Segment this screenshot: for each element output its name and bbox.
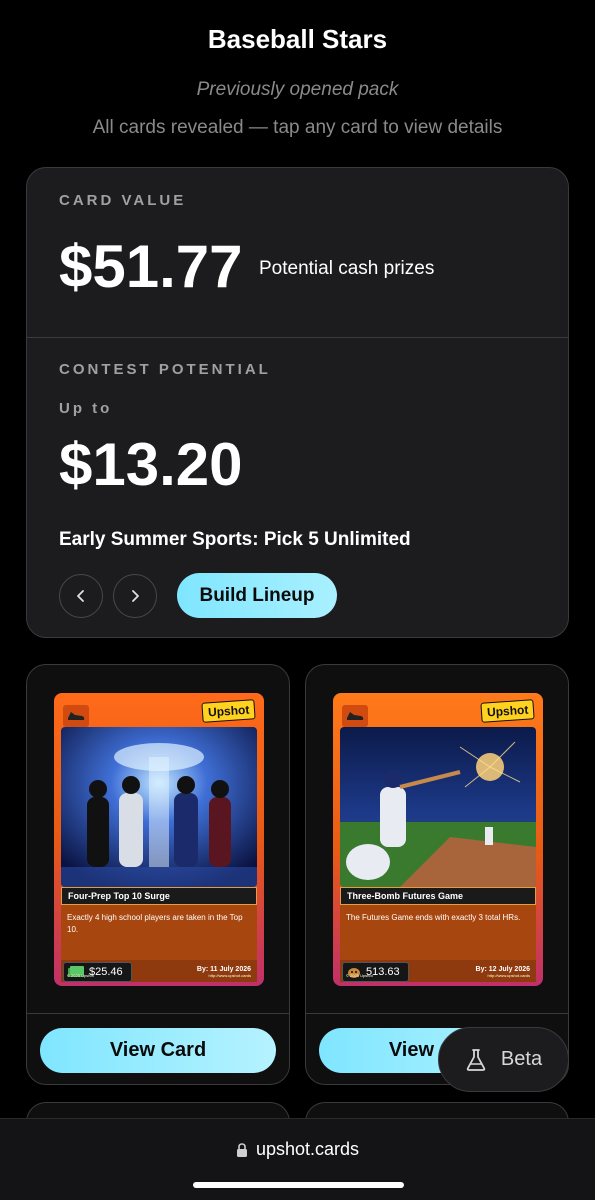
card-fineprint: © 2025 Upshot http://www.upshot.cards xyxy=(67,973,251,978)
trading-card[interactable]: Upshot xyxy=(54,693,264,986)
card-date: By: 12 July 2026 xyxy=(475,966,530,973)
build-lineup-button[interactable]: Build Lineup xyxy=(177,573,337,618)
reveal-hint: All cards revealed — tap any card to vie… xyxy=(92,117,503,138)
contest-value: $13.20 xyxy=(59,431,243,498)
sneaker-icon xyxy=(63,705,89,727)
beta-label: Beta xyxy=(500,1048,543,1070)
card-name: Four-Prep Top 10 Surge xyxy=(61,887,257,905)
card-fineprint: © 2025 Upshot http://www.upshot.cards xyxy=(346,973,530,978)
page-subtitle: Previously opened pack xyxy=(196,79,399,100)
card-artwork xyxy=(340,727,536,887)
upshot-logo: Upshot xyxy=(480,699,535,723)
chevron-right-icon xyxy=(132,590,139,602)
card-value-note: Potential cash prizes xyxy=(259,258,435,279)
page-title: Baseball Stars xyxy=(207,24,388,54)
up-to-label: Up to xyxy=(59,400,113,417)
contest-potential-label: CONTEST POTENTIAL xyxy=(59,361,271,378)
card-copyright: © 2025 Upshot xyxy=(346,973,373,978)
card-description: The Futures Game ends with exactly 3 tot… xyxy=(340,905,536,960)
card-url: http://www.upshot.cards xyxy=(487,973,530,978)
card-price: 513.63 xyxy=(342,962,409,982)
url-display[interactable]: upshot.cards xyxy=(0,1139,595,1160)
panel-divider xyxy=(27,337,568,338)
prev-contest-button[interactable] xyxy=(59,574,103,618)
tile-divider xyxy=(27,1013,289,1014)
card-date: By: 11 July 2026 xyxy=(196,966,251,973)
contest-name: Early Summer Sports: Pick 5 Unlimited xyxy=(59,529,411,550)
beta-button[interactable]: Beta xyxy=(438,1027,569,1092)
card-price: $25.46 xyxy=(63,962,132,982)
sneaker-icon xyxy=(342,705,368,727)
url-text: upshot.cards xyxy=(255,1139,360,1159)
card-value: $51.77 xyxy=(59,233,243,300)
card-description: Exactly 4 high school players are taken … xyxy=(61,905,257,960)
card-copyright: © 2025 Upshot xyxy=(67,973,94,978)
upshot-logo: Upshot xyxy=(201,699,256,723)
card-tile: Upshot xyxy=(26,664,290,1085)
tile-divider xyxy=(306,1013,568,1014)
card-footer-bar: $25.46 By: 11 July 2026 xyxy=(61,960,257,982)
home-indicator[interactable] xyxy=(193,1182,404,1188)
trading-card[interactable]: Upshot xyxy=(333,693,543,986)
browser-bar: upshot.cards xyxy=(0,1118,595,1200)
card-artwork xyxy=(61,727,257,887)
card-value-label: CARD VALUE xyxy=(59,192,187,209)
next-contest-button[interactable] xyxy=(113,574,157,618)
lock-icon xyxy=(236,1142,247,1157)
chevron-left-icon xyxy=(77,590,84,602)
flask-icon xyxy=(466,1048,486,1071)
card-tile: Upshot xyxy=(305,664,569,1085)
card-name: Three-Bomb Futures Game xyxy=(340,887,536,905)
view-card-button[interactable]: View Card xyxy=(40,1028,276,1073)
card-footer-bar: 513.63 By: 12 July 2026 xyxy=(340,960,536,982)
value-panel: CARD VALUE $51.77 Potential cash prizes … xyxy=(26,167,569,638)
card-url: http://www.upshot.cards xyxy=(208,973,251,978)
